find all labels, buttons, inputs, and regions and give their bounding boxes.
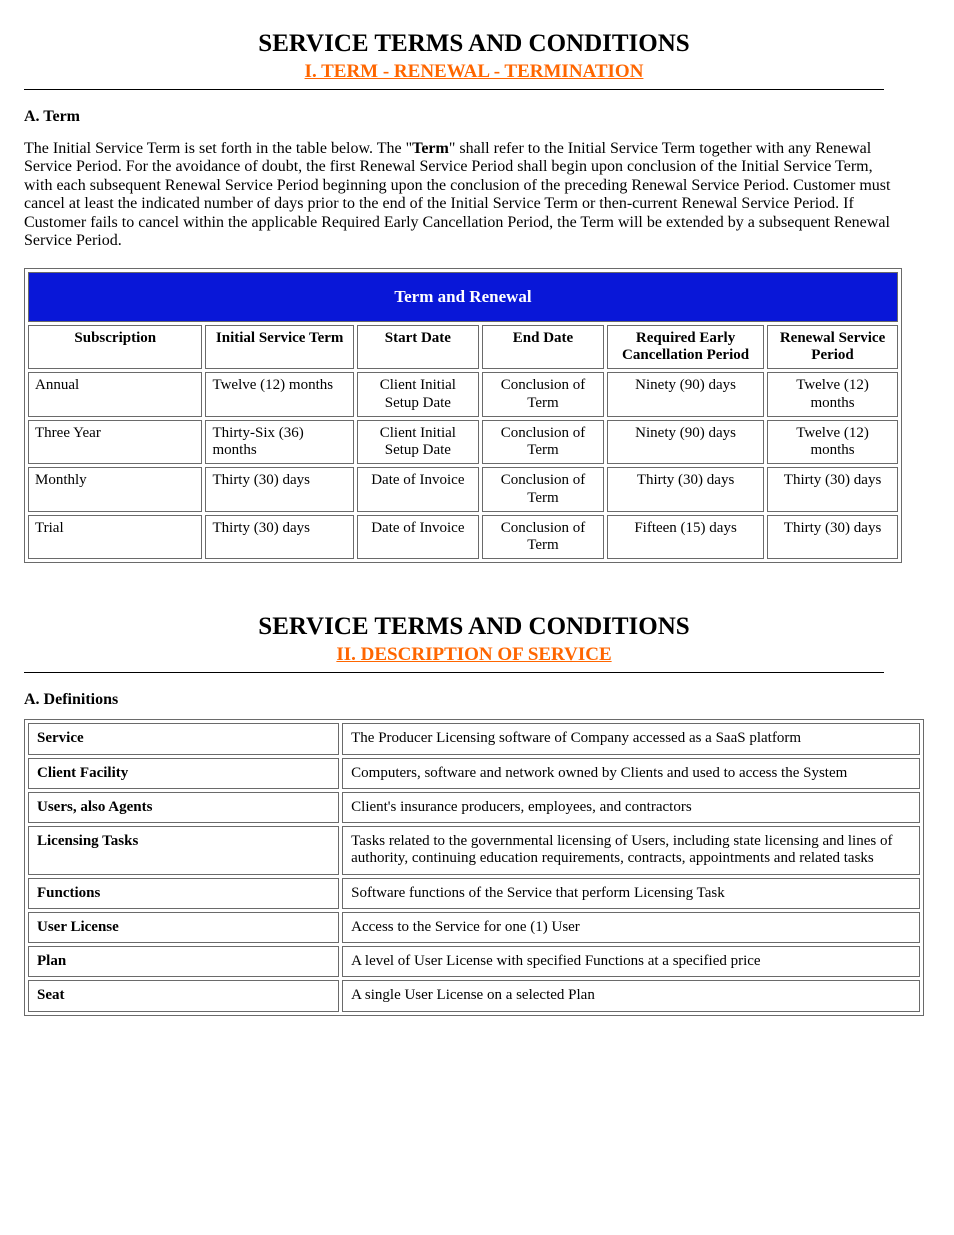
section-description-of-service: SERVICE TERMS AND CONDITIONS II. DESCRIP… (24, 613, 924, 1015)
definitions-table: Service The Producer Licensing software … (24, 719, 924, 1015)
cell: Thirty (30) days (205, 515, 353, 560)
cell: Trial (28, 515, 202, 560)
cell: Client Initial Setup Date (357, 420, 479, 465)
cell: Annual (28, 372, 202, 417)
para-strong-term: Term (412, 140, 449, 157)
def-value: A level of User License with specified F… (342, 946, 920, 977)
table-row: Seat A single User License on a selected… (28, 980, 920, 1011)
table-row: Client Facility Computers, software and … (28, 758, 920, 789)
th-start-date: Start Date (357, 325, 479, 370)
cell: Twelve (12) months (767, 420, 898, 465)
def-label: Functions (28, 878, 339, 909)
def-value: Tasks related to the governmental licens… (342, 826, 920, 875)
cell: Ninety (90) days (607, 420, 764, 465)
cell: Conclusion of Term (482, 372, 604, 417)
def-label: Plan (28, 946, 339, 977)
section1-heading: SERVICE TERMS AND CONDITIONS (24, 30, 924, 59)
cell: Thirty (30) days (205, 467, 353, 512)
cell: Fifteen (15) days (607, 515, 764, 560)
th-subscription: Subscription (28, 325, 202, 370)
def-label: User License (28, 912, 339, 943)
para-prefix: The Initial Service Term is set forth in… (24, 140, 412, 157)
section1-divider (24, 89, 884, 90)
def-value: Access to the Service for one (1) User (342, 912, 920, 943)
def-label: Service (28, 723, 339, 754)
table-banner-row: Term and Renewal (28, 272, 898, 322)
table-row: Functions Software functions of the Serv… (28, 878, 920, 909)
table-row: Users, also Agents Client's insurance pr… (28, 792, 920, 823)
section2-subheading: II. DESCRIPTION OF SERVICE (24, 644, 924, 666)
table-header-row: Subscription Initial Service Term Start … (28, 325, 898, 370)
cell: Conclusion of Term (482, 467, 604, 512)
table-row: Licensing Tasks Tasks related to the gov… (28, 826, 920, 875)
cell: Date of Invoice (357, 515, 479, 560)
table-row: Annual Twelve (12) months Client Initial… (28, 372, 898, 417)
cell: Twelve (12) months (767, 372, 898, 417)
def-value: The Producer Licensing software of Compa… (342, 723, 920, 754)
table-row: Three Year Thirty-Six (36) months Client… (28, 420, 898, 465)
cell: Thirty (30) days (607, 467, 764, 512)
section1-lead: A. Term (24, 108, 924, 126)
table-row: Trial Thirty (30) days Date of Invoice C… (28, 515, 898, 560)
section1-paragraph: The Initial Service Term is set forth in… (24, 140, 902, 250)
def-value: Computers, software and network owned by… (342, 758, 920, 789)
cell: Monthly (28, 467, 202, 512)
table-row: Plan A level of User License with specif… (28, 946, 920, 977)
section1-subheading: I. TERM - RENEWAL - TERMINATION (24, 61, 924, 83)
section2-lead: A. Definitions (24, 691, 924, 709)
term-renewal-table: Term and Renewal Subscription Initial Se… (24, 268, 902, 563)
cell: Twelve (12) months (205, 372, 353, 417)
th-end-date: End Date (482, 325, 604, 370)
cell: Date of Invoice (357, 467, 479, 512)
cell: Conclusion of Term (482, 420, 604, 465)
def-label: Seat (28, 980, 339, 1011)
section-term-renewal-termination: SERVICE TERMS AND CONDITIONS I. TERM - R… (24, 30, 924, 563)
table-row: Monthly Thirty (30) days Date of Invoice… (28, 467, 898, 512)
def-value: Client's insurance producers, employees,… (342, 792, 920, 823)
th-renewal-period: Renewal Service Period (767, 325, 898, 370)
section2-heading: SERVICE TERMS AND CONDITIONS (24, 613, 924, 642)
cell: Three Year (28, 420, 202, 465)
cell: Client Initial Setup Date (357, 372, 479, 417)
table-row: User License Access to the Service for o… (28, 912, 920, 943)
cell: Ninety (90) days (607, 372, 764, 417)
section2-divider (24, 672, 884, 673)
def-value: A single User License on a selected Plan (342, 980, 920, 1011)
th-initial-term: Initial Service Term (205, 325, 353, 370)
cell: Conclusion of Term (482, 515, 604, 560)
def-value: Software functions of the Service that p… (342, 878, 920, 909)
cell: Thirty-Six (36) months (205, 420, 353, 465)
def-label: Users, also Agents (28, 792, 339, 823)
def-label: Licensing Tasks (28, 826, 339, 875)
th-early-cancel: Required Early Cancellation Period (607, 325, 764, 370)
table-row: Service The Producer Licensing software … (28, 723, 920, 754)
def-label: Client Facility (28, 758, 339, 789)
cell: Thirty (30) days (767, 515, 898, 560)
table-banner: Term and Renewal (28, 272, 898, 322)
cell: Thirty (30) days (767, 467, 898, 512)
